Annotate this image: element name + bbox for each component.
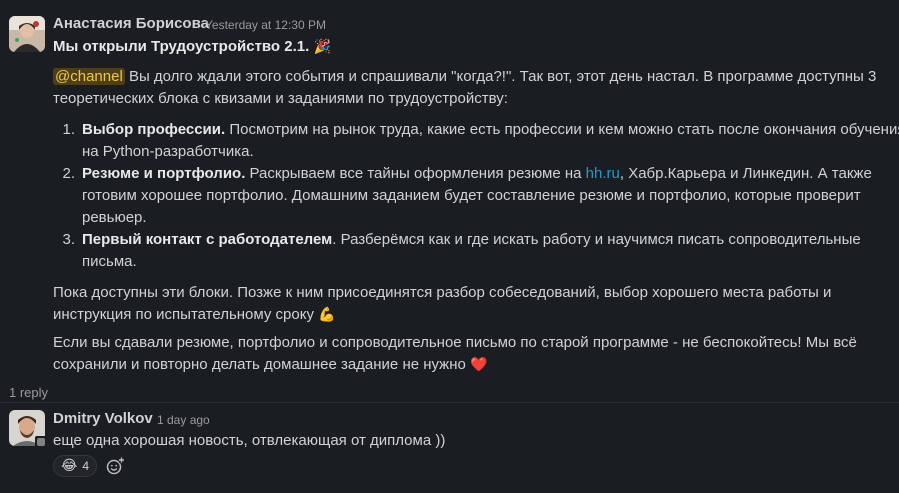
joy-emoji: 😂 bbox=[61, 458, 78, 474]
intro-line-2: теоретических блока с квизами и заданиям… bbox=[53, 90, 508, 107]
reply-timestamp[interactable]: 1 day ago bbox=[157, 413, 210, 427]
list-item-2-heading: Резюме и портфолио. bbox=[82, 165, 246, 182]
para3-line-2: сохранили и повторно делать домашнее зад… bbox=[53, 354, 487, 376]
reply-text: еще одна хорошая новость, отвлекающая от… bbox=[53, 432, 446, 449]
list-item-1-line-2: на Python-разработчика. bbox=[82, 143, 254, 160]
list-item-2-text-pre: Раскрываем все тайны оформления резюме н… bbox=[245, 165, 586, 182]
intro-line-1: @channel Вы долго ждали этого события и … bbox=[53, 66, 876, 88]
list-item-1-line-1: Выбор профессии. Посмотрим на рынок труд… bbox=[82, 119, 899, 141]
list-number-3: 3. bbox=[62, 231, 75, 248]
reaction-joy[interactable]: 😂 4 bbox=[53, 455, 98, 477]
list-item-2-text-post: , Хабр.Карьера и Линкедин. А также bbox=[619, 165, 872, 182]
post-title: Мы открыли Трудоустройство 2.1. 🎉 bbox=[53, 36, 331, 58]
add-reaction-icon bbox=[106, 457, 124, 475]
list-item-3-line-1: Первый контакт с работодателем. Разберём… bbox=[82, 229, 861, 251]
para2-text: инструкция по испытательному сроку bbox=[53, 306, 314, 323]
list-item-1-heading: Выбор профессии. bbox=[82, 121, 226, 138]
list-item-1-text: Посмотрим на рынок труда, какие есть про… bbox=[225, 121, 899, 138]
list-number-1: 1. bbox=[62, 121, 75, 138]
post-title-text: Мы открыли Трудоустройство 2.1. bbox=[53, 38, 310, 55]
thread-reply-count[interactable]: 1 reply bbox=[9, 385, 48, 400]
list-item-3-text: . Разберёмся как и где искать работу и н… bbox=[332, 231, 861, 248]
channel-mention[interactable]: @channel bbox=[53, 68, 125, 85]
party-popper-emoji: 🎉 bbox=[313, 39, 331, 55]
presence-indicator bbox=[35, 436, 47, 448]
list-item-2-line-3: ревьюер. bbox=[82, 209, 147, 226]
list-item-2-line-2: готовим хорошее портфолио. Домашним зада… bbox=[82, 187, 861, 204]
list-number-2: 2. bbox=[62, 165, 75, 182]
red-heart-emoji: ❤️ bbox=[470, 357, 488, 373]
list-item-3-heading: Первый контакт с работодателем bbox=[82, 231, 333, 248]
flexed-biceps-emoji: 💪 bbox=[318, 307, 336, 323]
para2-line-1: Пока доступны эти блоки. Позже к ним при… bbox=[53, 284, 832, 301]
message-timestamp[interactable]: Yesterday at 12:30 PM bbox=[205, 18, 326, 32]
author-name[interactable]: Анастасия Борисова bbox=[53, 15, 209, 32]
list-item-3-line-2: письма. bbox=[82, 253, 137, 270]
hh-ru-link[interactable]: hh.ru bbox=[586, 165, 620, 182]
reply-author-name[interactable]: Dmitry Volkov bbox=[53, 410, 153, 427]
thread-divider bbox=[0, 402, 899, 403]
intro-text-1: Вы долго ждали этого события и спрашивал… bbox=[124, 68, 877, 85]
para3-text: сохранили и повторно делать домашнее зад… bbox=[53, 356, 466, 373]
para3-line-1: Если вы сдавали резюме, портфолио и сопр… bbox=[53, 334, 857, 351]
add-reaction-button[interactable] bbox=[101, 455, 129, 477]
list-item-2-line-1: Резюме и портфолио. Раскрываем все тайны… bbox=[82, 163, 872, 185]
reaction-count: 4 bbox=[82, 459, 90, 473]
para2-line-2: инструкция по испытательному сроку 💪 bbox=[53, 304, 336, 326]
author-avatar[interactable] bbox=[9, 16, 45, 52]
